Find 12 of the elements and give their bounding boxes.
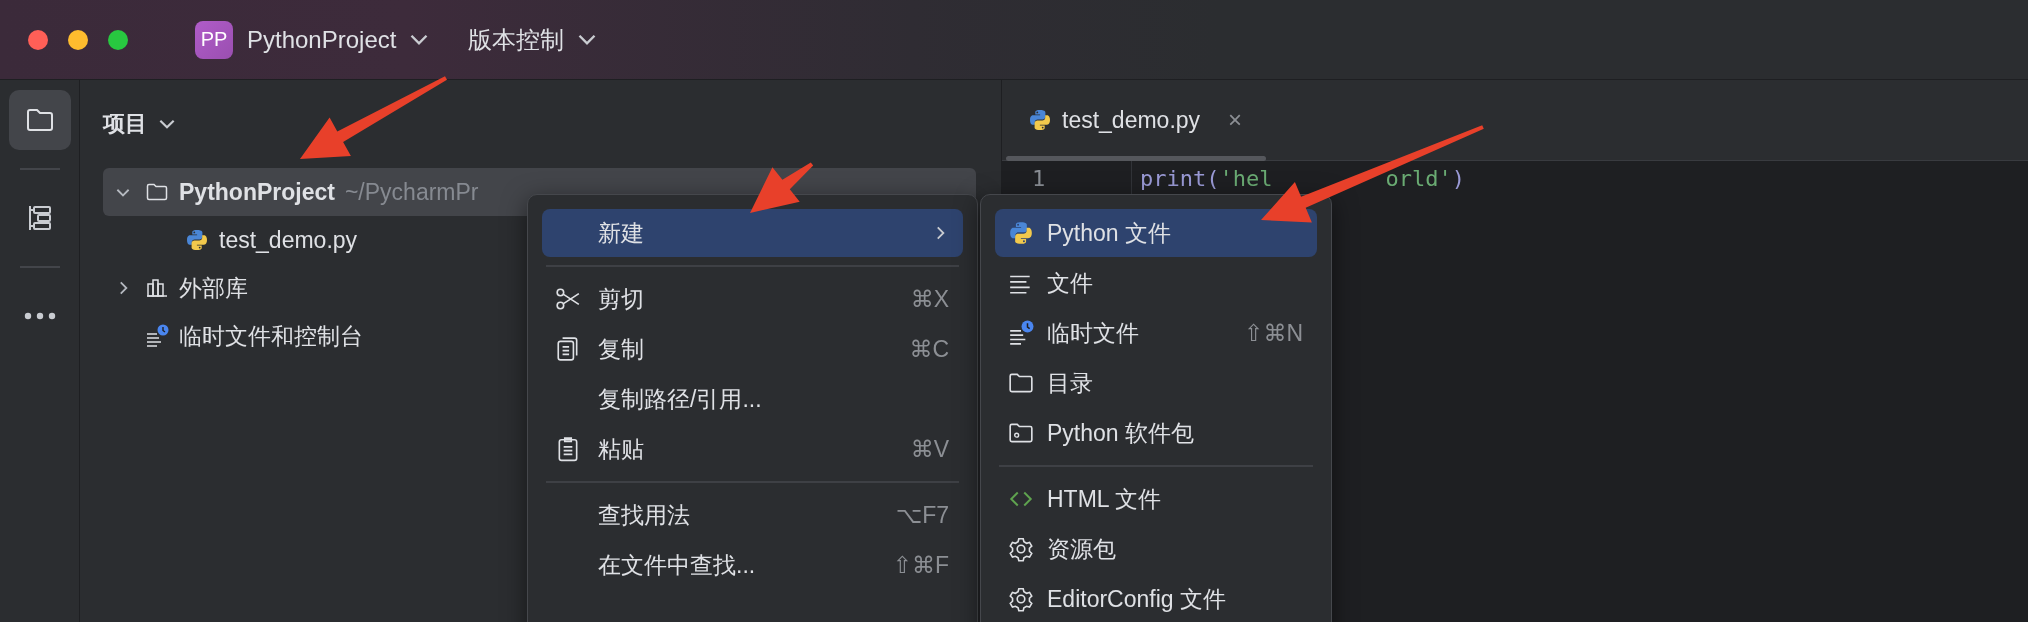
shortcut-text: ⇧⌘N xyxy=(1244,319,1303,347)
code-token: 'hel xyxy=(1219,165,1273,191)
project-badge: PP xyxy=(195,20,233,59)
shortcut-text: ⌘C xyxy=(909,335,949,363)
shortcut-text: ⌘V xyxy=(910,435,949,463)
shortcut-text: ⌘X xyxy=(910,285,949,313)
path-hint: ~/PycharmPr xyxy=(344,178,479,206)
code-token: print( xyxy=(1140,165,1220,191)
shortcut-text: ⌥F7 xyxy=(895,501,949,529)
code-token: orld' xyxy=(1385,165,1452,191)
shortcut-text: ⇧⌘F xyxy=(892,551,949,579)
code-token: ) xyxy=(1451,165,1465,191)
